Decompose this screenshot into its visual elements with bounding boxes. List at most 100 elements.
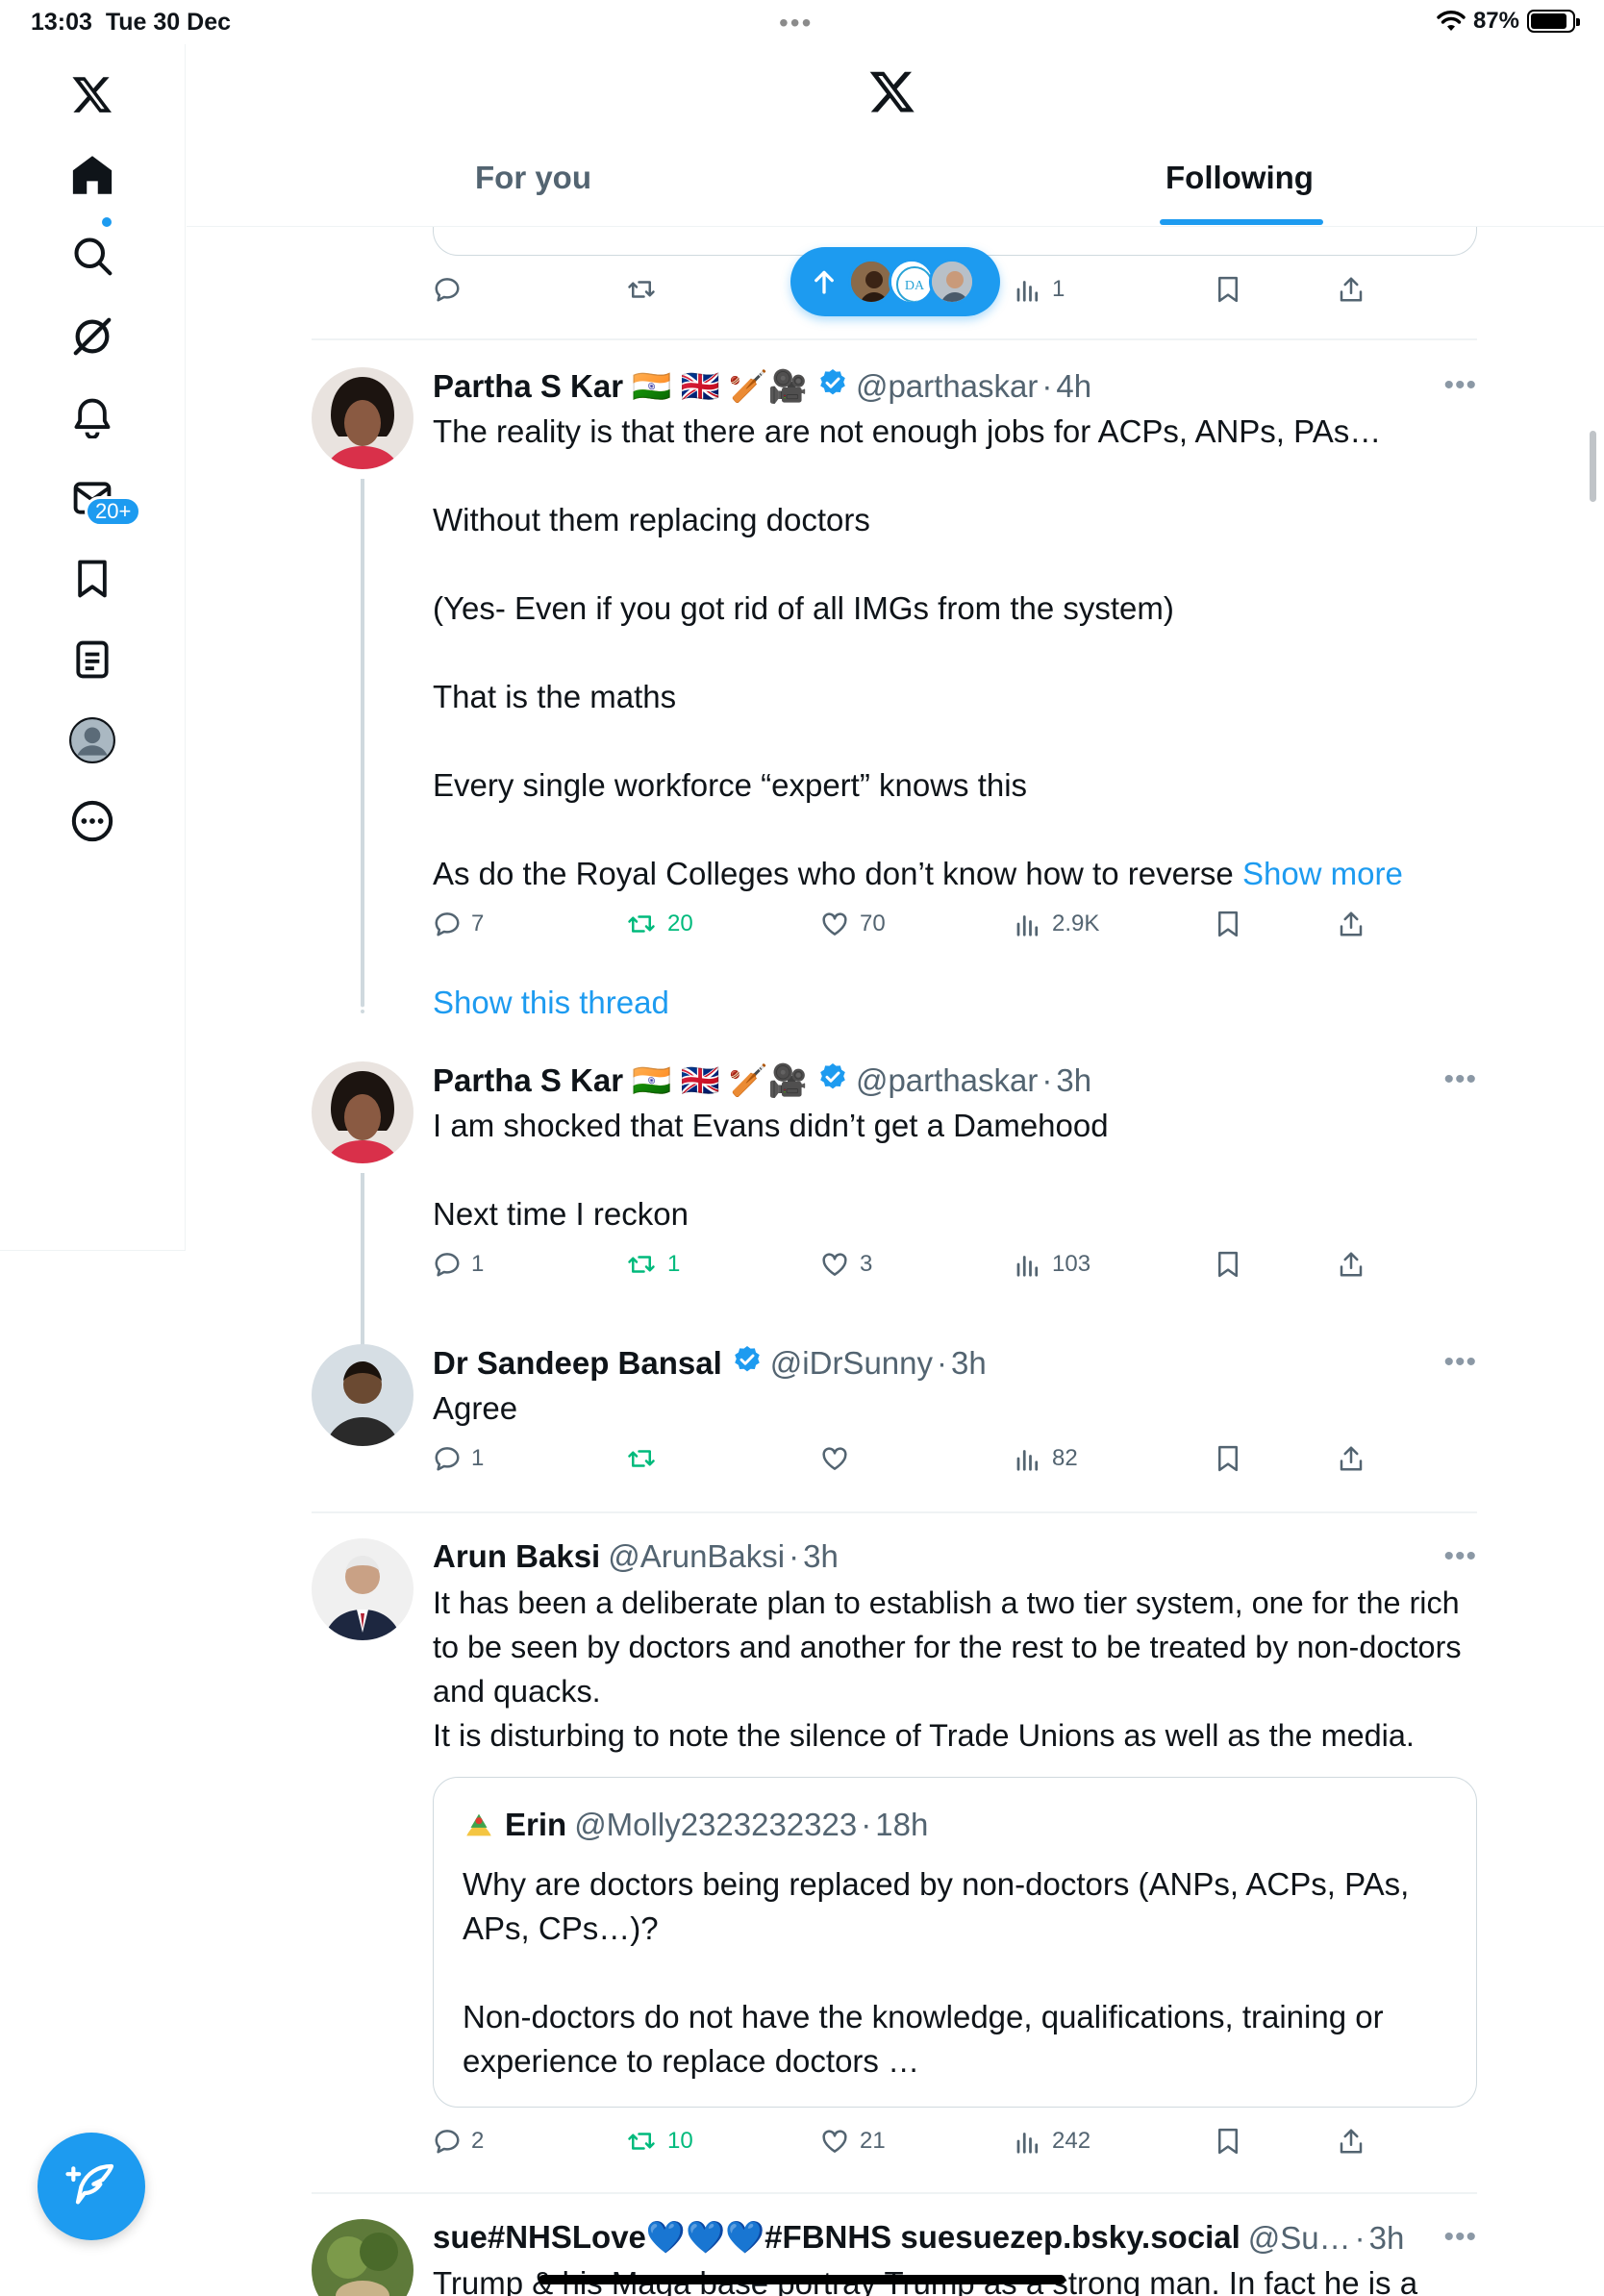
post[interactable]: Arun Baksi @ArunBaksi · 3h ••• It has be… [312,1538,1477,2156]
reply-button[interactable] [433,275,462,304]
author-handle[interactable]: @ArunBaksi [608,1538,785,1575]
post[interactable]: Partha S Kar 🇮🇳 🇬🇧 🏏🎥 @parthaskar · 3h •… [312,1061,1477,1438]
author-handle[interactable]: @parthaskar [856,368,1038,405]
reply-button[interactable]: 1 [433,1444,484,1473]
divider [312,338,1477,340]
more-options-button[interactable]: ••• [1443,1346,1477,1379]
compose-button[interactable] [38,2133,145,2240]
sidebar-item-lists[interactable] [60,627,125,692]
post-header: Arun Baksi @ArunBaksi · 3h [433,1538,839,1575]
more-options-button[interactable]: ••• [1443,1063,1477,1096]
more-options-button[interactable]: ••• [1443,369,1477,402]
author-name[interactable]: Dr Sandeep Bansal [433,1345,722,1382]
sidebar-item-notifications[interactable] [60,385,125,450]
sidebar-item-explore[interactable] [60,223,125,288]
share-button[interactable] [1337,1250,1366,1279]
post-actions: 1 1 3 103 [433,1250,1363,1288]
post[interactable]: sue#NHSLove💙💙💙#FBNHS suesuezep.bsky.soci… [312,2219,1477,2296]
bookmark-button[interactable] [1214,275,1242,304]
repost-button[interactable] [625,275,658,304]
avatar[interactable] [312,1344,414,1446]
x-logo-icon[interactable] [867,67,917,120]
post-actions: 1 82 [433,1444,1363,1483]
repost-button[interactable]: 20 [625,910,693,938]
quoted-post[interactable]: Erin @Molly2323232323 · 18h Why are doct… [433,1777,1477,2108]
quote-time: 18h [875,1807,929,1842]
post[interactable]: Partha S Kar 🇮🇳 🇬🇧 🏏🎥 @parthaskar · 4h •… [312,367,1477,1011]
share-button[interactable] [1337,1444,1366,1473]
sidebar-item-more[interactable] [60,788,125,854]
home-indicator[interactable] [539,2275,1065,2284]
post-time[interactable]: 3h [1369,2220,1405,2257]
reply-button[interactable]: 1 [433,1250,484,1279]
thread-gap [361,990,364,1013]
repost-count: 10 [667,2128,693,2154]
bookmark-button[interactable] [1214,1444,1242,1473]
views-button[interactable]: 2.9K [1014,910,1099,938]
like-button[interactable]: 70 [819,910,886,938]
views-count: 242 [1052,2128,1091,2154]
author-handle[interactable]: @parthaskar [856,1062,1038,1099]
views-button[interactable]: 103 [1014,1250,1090,1279]
avatar[interactable] [312,1538,414,1640]
tab-following[interactable]: Following [1165,160,1314,227]
reply-button[interactable]: 7 [433,910,484,938]
views-count: 2.9K [1052,911,1100,936]
post-time[interactable]: 3h [803,1538,839,1575]
more-options-button[interactable]: ••• [1443,1540,1477,1573]
share-button[interactable] [1337,910,1366,938]
multitasking-dots[interactable]: ••• [779,8,813,38]
reply-button[interactable]: 2 [433,2127,484,2156]
author-name[interactable]: Arun Baksi [433,1538,600,1575]
repost-button[interactable]: 1 [625,1250,680,1279]
notifications-badge: 20+ [85,496,142,527]
thread-line [361,479,364,1006]
post-time[interactable]: 3h [1056,1062,1091,1099]
sidebar-item-bookmarks[interactable] [60,546,125,611]
show-thread-link[interactable]: Show this thread [433,985,669,1021]
author-name[interactable]: sue#NHSLove💙💙💙#FBNHS suesuezep.bsky.soci… [433,2219,1241,2257]
views-count: 82 [1052,1445,1078,1471]
post-time[interactable]: 4h [1056,368,1091,405]
grok-icon [73,317,112,356]
avatar[interactable] [312,2219,414,2296]
like-button[interactable] [819,1444,850,1473]
views-button[interactable]: 82 [1014,1444,1078,1473]
avatar[interactable] [312,1061,414,1163]
show-more-link[interactable]: Show more [1242,856,1403,891]
sidebar-item-profile[interactable] [60,708,125,773]
verified-badge-icon [817,1061,848,1100]
author-handle[interactable]: @iDrSunny [770,1345,933,1382]
more-options-button[interactable]: ••• [1443,2221,1477,2254]
like-button[interactable]: 3 [819,1250,872,1279]
status-right: 87% [1437,8,1580,35]
post[interactable]: Dr Sandeep Bansal @iDrSunny · 3h ••• Agr… [312,1344,1477,1498]
reply-icon [435,278,460,302]
post-time[interactable]: 3h [951,1345,987,1382]
bookmark-button[interactable] [1214,2127,1242,2156]
views-button[interactable]: 1 [1014,275,1065,304]
author-name[interactable]: Partha S Kar 🇮🇳 🇬🇧 🏏🎥 [433,1062,808,1100]
repost-button[interactable] [625,1444,658,1473]
reply-count: 1 [471,1445,485,1471]
battery-icon [1527,10,1580,33]
sidebar-item-home[interactable] [60,142,125,208]
share-button[interactable] [1337,275,1366,304]
tab-for-you[interactable]: For you [475,160,591,227]
repost-button[interactable]: 10 [625,2127,693,2156]
heart-icon [822,912,847,936]
new-posts-pill[interactable]: DA [790,247,1000,316]
bookmark-button[interactable] [1214,910,1242,938]
bookmark-icon [1218,1251,1238,1278]
bookmark-button[interactable] [1214,1250,1242,1279]
share-button[interactable] [1337,2127,1366,2156]
scrollbar[interactable] [1590,431,1596,502]
x-logo-icon[interactable] [60,62,125,127]
sidebar-item-grok[interactable] [60,304,125,369]
avatar[interactable] [312,367,414,469]
views-button[interactable]: 242 [1014,2127,1090,2156]
author-handle[interactable]: @Su… [1248,2220,1351,2257]
post-text: I am shocked that Evans didn’t get a Dam… [433,1108,1109,1232]
author-name[interactable]: Partha S Kar 🇮🇳 🇬🇧 🏏🎥 [433,368,808,406]
like-button[interactable]: 21 [819,2127,886,2156]
